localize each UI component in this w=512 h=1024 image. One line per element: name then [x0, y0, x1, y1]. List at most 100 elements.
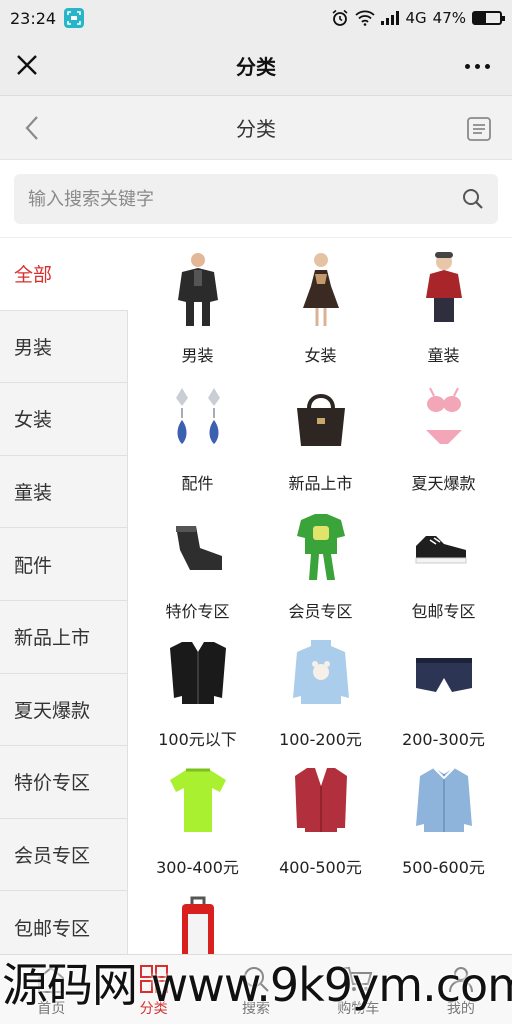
grid-item-womens[interactable]: 女装 [259, 244, 382, 372]
cart-icon [344, 967, 373, 991]
grid-item-mens[interactable]: 男装 [136, 244, 259, 372]
sidebar-item-label: 新品上市 [14, 627, 91, 650]
battery-icon [472, 11, 505, 25]
sidebar-item-kids[interactable]: 童装 [0, 455, 128, 529]
grid-item-free-shipping[interactable]: 包邮专区 [382, 500, 505, 628]
search-input[interactable] [14, 174, 498, 224]
grid-item-500-600[interactable]: 500-600元 [382, 756, 505, 884]
search-bar [0, 160, 512, 238]
sidebar-item-label: 童装 [14, 482, 53, 505]
search-icon [244, 967, 269, 992]
kids-clothing-photo [408, 250, 480, 328]
category-grid: 男装 女装 童装 配件 新品上市 夏天爆款 特价专区 会员专区 包邮专区 100… [136, 244, 506, 954]
tab-label: 购物车 [337, 1001, 380, 1017]
grid-item-new-arrivals[interactable]: 新品上市 [259, 372, 382, 500]
grid-item-200-300[interactable]: 200-300元 [382, 628, 505, 756]
blue-shirt-photo [408, 762, 480, 840]
status-indicators: 4G 47% [331, 9, 505, 27]
more-icon[interactable] [465, 64, 490, 69]
category-icon [139, 965, 168, 993]
sidebar-item-label: 特价专区 [14, 772, 91, 795]
grid-item-100-200[interactable]: 100-200元 [259, 628, 382, 756]
status-time: 23:24 [10, 8, 57, 28]
sidebar-item-label: 会员专区 [14, 845, 91, 868]
tab-label: 我的 [446, 1001, 475, 1017]
grid-item-accessories[interactable]: 配件 [136, 372, 259, 500]
boxer-briefs-photo [408, 634, 480, 712]
search-icon[interactable] [462, 188, 484, 210]
grid-item-label: 会员专区 [288, 602, 353, 621]
wifi-icon [355, 10, 376, 26]
sidebar-item-specials[interactable]: 特价专区 [0, 746, 128, 819]
grid-item-label: 300-400元 [156, 858, 239, 877]
back-icon[interactable] [20, 114, 44, 142]
sidebar-item-label: 配件 [14, 554, 53, 577]
sidebar-item-mens[interactable]: 男装 [0, 310, 128, 384]
grid-item-summer-hits[interactable]: 夏天爆款 [382, 372, 505, 500]
sneakers-photo [408, 506, 480, 584]
page-header: 分类 [0, 96, 512, 160]
grid-item-label: 500-600元 [402, 858, 485, 877]
bikini-photo [408, 378, 480, 456]
grid-item-label: 100元以下 [158, 730, 237, 749]
grid-item-label: 100-200元 [279, 730, 362, 749]
grid-item-suitcase[interactable] [136, 884, 259, 954]
alarm-icon [332, 9, 348, 26]
grid-item-label: 200-300元 [402, 730, 485, 749]
red-cardigan-photo [285, 762, 357, 840]
grid-item-label: 夏天爆款 [411, 474, 476, 493]
grid-item-label: 400-500元 [279, 858, 362, 877]
grid-item-label: 配件 [181, 474, 214, 493]
tab-cart[interactable]: 购物车 [307, 955, 409, 1024]
network-type: 4G [405, 9, 427, 27]
sidebar-item-accessories[interactable]: 配件 [0, 528, 128, 601]
earrings-photo [162, 378, 234, 456]
user-icon [448, 967, 473, 993]
grid-item-label: 新品上市 [288, 474, 353, 493]
sidebar-item-all[interactable]: 全部 [0, 238, 128, 311]
sidebar-item-label: 夏天爆款 [14, 699, 91, 722]
tab-profile[interactable]: 我的 [410, 955, 512, 1024]
close-icon[interactable] [14, 52, 40, 78]
red-suitcase-photo [162, 890, 234, 954]
womens-clothing-photo [285, 250, 357, 328]
grid-item-members[interactable]: 会员专区 [259, 500, 382, 628]
tab-label: 分类 [139, 1001, 168, 1017]
sidebar-item-summer-hits[interactable]: 夏天爆款 [0, 673, 128, 747]
tab-label: 搜索 [242, 1001, 271, 1017]
mens-clothing-photo [162, 250, 234, 328]
bottom-tab-bar: 首页 分类 搜索 购物车 我的 [0, 954, 512, 1024]
grid-item-400-500[interactable]: 400-500元 [259, 756, 382, 884]
grid-item-under-100[interactable]: 100元以下 [136, 628, 259, 756]
sidebar-item-label: 女装 [14, 409, 53, 432]
sidebar-item-members[interactable]: 会员专区 [0, 818, 128, 892]
grid-item-specials[interactable]: 特价专区 [136, 500, 259, 628]
home-icon [38, 966, 65, 993]
handbag-photo [285, 378, 357, 456]
signal-icon [381, 11, 400, 25]
sidebar-item-label: 包邮专区 [14, 917, 91, 940]
sidebar-item-free-shipping[interactable]: 包邮专区 [0, 891, 128, 954]
sidebar-item-womens[interactable]: 女装 [0, 383, 128, 456]
tab-home[interactable]: 首页 [0, 955, 102, 1024]
grid-item-label: 特价专区 [165, 602, 230, 621]
tab-label: 首页 [37, 1001, 66, 1017]
tab-category[interactable]: 分类 [102, 955, 204, 1024]
status-bar: 23:24 4G 47% [0, 0, 512, 36]
sport-tshirt-photo [162, 762, 234, 840]
grid-item-kids[interactable]: 童装 [382, 244, 505, 372]
grid-item-label: 童装 [427, 346, 460, 365]
tab-search[interactable]: 搜索 [205, 955, 307, 1024]
sidebar-item-new-arrivals[interactable]: 新品上市 [0, 600, 128, 674]
grid-item-300-400[interactable]: 300-400元 [136, 756, 259, 884]
battery-percent: 47% [432, 9, 466, 27]
scan-icon [64, 8, 85, 28]
blue-sweater-photo [285, 634, 357, 712]
grid-item-label: 男装 [181, 346, 214, 365]
page-title: 分类 [236, 117, 276, 141]
list-icon[interactable] [466, 116, 492, 142]
socks-photo [162, 506, 234, 584]
grid-item-label: 包邮专区 [411, 602, 476, 621]
category-sidebar: 全部 男装 女装 童装 配件 新品上市 夏天爆款 特价专区 会员专区 包邮专区 [0, 238, 128, 954]
sidebar-item-label: 男装 [14, 336, 53, 359]
